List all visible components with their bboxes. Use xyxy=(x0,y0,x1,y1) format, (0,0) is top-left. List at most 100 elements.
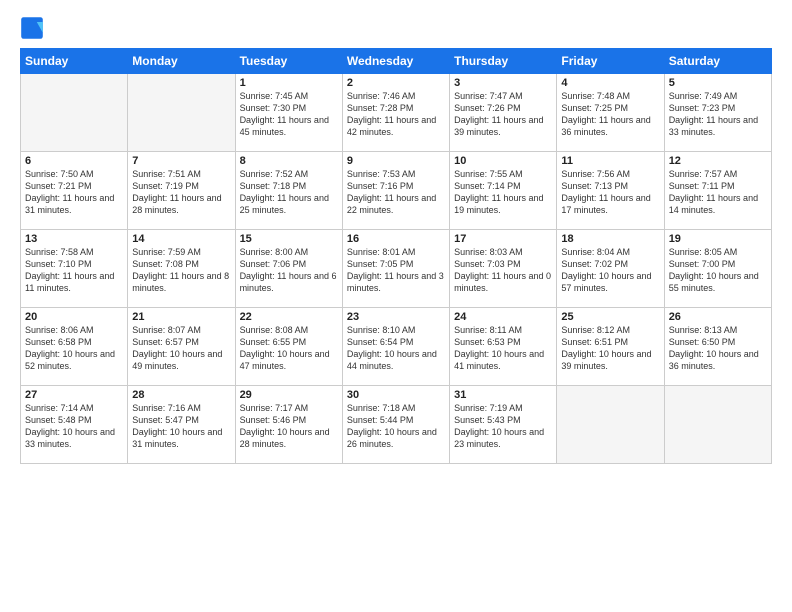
day-info: Sunrise: 7:57 AMSunset: 7:11 PMDaylight:… xyxy=(669,168,767,217)
day-number: 22 xyxy=(240,311,338,323)
day-number: 2 xyxy=(347,77,445,89)
day-info: Sunrise: 7:45 AMSunset: 7:30 PMDaylight:… xyxy=(240,90,338,139)
day-number: 21 xyxy=(132,311,230,323)
day-number: 17 xyxy=(454,233,552,245)
day-number: 7 xyxy=(132,155,230,167)
logo-icon xyxy=(20,16,44,40)
col-friday: Friday xyxy=(557,49,664,74)
day-cell: 27Sunrise: 7:14 AMSunset: 5:48 PMDayligh… xyxy=(21,386,128,464)
day-info: Sunrise: 7:52 AMSunset: 7:18 PMDaylight:… xyxy=(240,168,338,217)
day-cell: 29Sunrise: 7:17 AMSunset: 5:46 PMDayligh… xyxy=(235,386,342,464)
day-cell: 31Sunrise: 7:19 AMSunset: 5:43 PMDayligh… xyxy=(450,386,557,464)
day-cell: 16Sunrise: 8:01 AMSunset: 7:05 PMDayligh… xyxy=(342,230,449,308)
week-row-2: 6Sunrise: 7:50 AMSunset: 7:21 PMDaylight… xyxy=(21,152,772,230)
day-cell: 11Sunrise: 7:56 AMSunset: 7:13 PMDayligh… xyxy=(557,152,664,230)
day-info: Sunrise: 7:51 AMSunset: 7:19 PMDaylight:… xyxy=(132,168,230,217)
day-number: 25 xyxy=(561,311,659,323)
day-info: Sunrise: 8:04 AMSunset: 7:02 PMDaylight:… xyxy=(561,246,659,295)
header-row: SundayMondayTuesdayWednesdayThursdayFrid… xyxy=(21,49,772,74)
day-info: Sunrise: 7:16 AMSunset: 5:47 PMDaylight:… xyxy=(132,402,230,451)
day-info: Sunrise: 8:12 AMSunset: 6:51 PMDaylight:… xyxy=(561,324,659,373)
day-number: 3 xyxy=(454,77,552,89)
day-number: 6 xyxy=(25,155,123,167)
header xyxy=(20,16,772,40)
day-number: 4 xyxy=(561,77,659,89)
col-sunday: Sunday xyxy=(21,49,128,74)
day-number: 29 xyxy=(240,389,338,401)
day-number: 30 xyxy=(347,389,445,401)
day-info: Sunrise: 7:18 AMSunset: 5:44 PMDaylight:… xyxy=(347,402,445,451)
day-number: 13 xyxy=(25,233,123,245)
day-cell: 20Sunrise: 8:06 AMSunset: 6:58 PMDayligh… xyxy=(21,308,128,386)
week-row-1: 1Sunrise: 7:45 AMSunset: 7:30 PMDaylight… xyxy=(21,74,772,152)
day-info: Sunrise: 8:07 AMSunset: 6:57 PMDaylight:… xyxy=(132,324,230,373)
day-cell xyxy=(557,386,664,464)
day-cell: 28Sunrise: 7:16 AMSunset: 5:47 PMDayligh… xyxy=(128,386,235,464)
day-info: Sunrise: 7:58 AMSunset: 7:10 PMDaylight:… xyxy=(25,246,123,295)
col-tuesday: Tuesday xyxy=(235,49,342,74)
day-info: Sunrise: 7:48 AMSunset: 7:25 PMDaylight:… xyxy=(561,90,659,139)
day-info: Sunrise: 7:46 AMSunset: 7:28 PMDaylight:… xyxy=(347,90,445,139)
calendar-table: SundayMondayTuesdayWednesdayThursdayFrid… xyxy=(20,48,772,464)
day-info: Sunrise: 8:03 AMSunset: 7:03 PMDaylight:… xyxy=(454,246,552,295)
day-number: 24 xyxy=(454,311,552,323)
day-number: 11 xyxy=(561,155,659,167)
day-info: Sunrise: 8:06 AMSunset: 6:58 PMDaylight:… xyxy=(25,324,123,373)
day-info: Sunrise: 7:14 AMSunset: 5:48 PMDaylight:… xyxy=(25,402,123,451)
day-cell: 3Sunrise: 7:47 AMSunset: 7:26 PMDaylight… xyxy=(450,74,557,152)
day-number: 5 xyxy=(669,77,767,89)
day-number: 28 xyxy=(132,389,230,401)
day-cell: 4Sunrise: 7:48 AMSunset: 7:25 PMDaylight… xyxy=(557,74,664,152)
day-info: Sunrise: 7:55 AMSunset: 7:14 PMDaylight:… xyxy=(454,168,552,217)
day-cell: 2Sunrise: 7:46 AMSunset: 7:28 PMDaylight… xyxy=(342,74,449,152)
day-cell: 13Sunrise: 7:58 AMSunset: 7:10 PMDayligh… xyxy=(21,230,128,308)
day-info: Sunrise: 7:59 AMSunset: 7:08 PMDaylight:… xyxy=(132,246,230,295)
page: SundayMondayTuesdayWednesdayThursdayFrid… xyxy=(0,0,792,612)
day-cell: 30Sunrise: 7:18 AMSunset: 5:44 PMDayligh… xyxy=(342,386,449,464)
day-cell: 7Sunrise: 7:51 AMSunset: 7:19 PMDaylight… xyxy=(128,152,235,230)
day-cell: 12Sunrise: 7:57 AMSunset: 7:11 PMDayligh… xyxy=(664,152,771,230)
day-cell: 8Sunrise: 7:52 AMSunset: 7:18 PMDaylight… xyxy=(235,152,342,230)
day-number: 15 xyxy=(240,233,338,245)
day-cell: 6Sunrise: 7:50 AMSunset: 7:21 PMDaylight… xyxy=(21,152,128,230)
day-info: Sunrise: 7:19 AMSunset: 5:43 PMDaylight:… xyxy=(454,402,552,451)
day-cell: 9Sunrise: 7:53 AMSunset: 7:16 PMDaylight… xyxy=(342,152,449,230)
day-info: Sunrise: 7:50 AMSunset: 7:21 PMDaylight:… xyxy=(25,168,123,217)
day-cell: 21Sunrise: 8:07 AMSunset: 6:57 PMDayligh… xyxy=(128,308,235,386)
day-cell: 10Sunrise: 7:55 AMSunset: 7:14 PMDayligh… xyxy=(450,152,557,230)
day-cell: 15Sunrise: 8:00 AMSunset: 7:06 PMDayligh… xyxy=(235,230,342,308)
day-cell: 1Sunrise: 7:45 AMSunset: 7:30 PMDaylight… xyxy=(235,74,342,152)
day-number: 18 xyxy=(561,233,659,245)
logo xyxy=(20,16,48,40)
day-number: 14 xyxy=(132,233,230,245)
day-number: 9 xyxy=(347,155,445,167)
day-number: 26 xyxy=(669,311,767,323)
day-number: 10 xyxy=(454,155,552,167)
week-row-5: 27Sunrise: 7:14 AMSunset: 5:48 PMDayligh… xyxy=(21,386,772,464)
col-thursday: Thursday xyxy=(450,49,557,74)
day-cell: 14Sunrise: 7:59 AMSunset: 7:08 PMDayligh… xyxy=(128,230,235,308)
day-cell: 5Sunrise: 7:49 AMSunset: 7:23 PMDaylight… xyxy=(664,74,771,152)
day-cell xyxy=(21,74,128,152)
day-cell xyxy=(664,386,771,464)
day-number: 1 xyxy=(240,77,338,89)
day-cell: 26Sunrise: 8:13 AMSunset: 6:50 PMDayligh… xyxy=(664,308,771,386)
day-cell: 18Sunrise: 8:04 AMSunset: 7:02 PMDayligh… xyxy=(557,230,664,308)
day-info: Sunrise: 8:11 AMSunset: 6:53 PMDaylight:… xyxy=(454,324,552,373)
day-number: 23 xyxy=(347,311,445,323)
day-info: Sunrise: 7:56 AMSunset: 7:13 PMDaylight:… xyxy=(561,168,659,217)
day-number: 8 xyxy=(240,155,338,167)
day-info: Sunrise: 8:01 AMSunset: 7:05 PMDaylight:… xyxy=(347,246,445,295)
day-info: Sunrise: 8:10 AMSunset: 6:54 PMDaylight:… xyxy=(347,324,445,373)
week-row-4: 20Sunrise: 8:06 AMSunset: 6:58 PMDayligh… xyxy=(21,308,772,386)
week-row-3: 13Sunrise: 7:58 AMSunset: 7:10 PMDayligh… xyxy=(21,230,772,308)
col-monday: Monday xyxy=(128,49,235,74)
day-info: Sunrise: 8:00 AMSunset: 7:06 PMDaylight:… xyxy=(240,246,338,295)
day-cell: 17Sunrise: 8:03 AMSunset: 7:03 PMDayligh… xyxy=(450,230,557,308)
day-number: 19 xyxy=(669,233,767,245)
day-cell: 25Sunrise: 8:12 AMSunset: 6:51 PMDayligh… xyxy=(557,308,664,386)
col-saturday: Saturday xyxy=(664,49,771,74)
day-number: 16 xyxy=(347,233,445,245)
day-cell: 23Sunrise: 8:10 AMSunset: 6:54 PMDayligh… xyxy=(342,308,449,386)
day-number: 12 xyxy=(669,155,767,167)
